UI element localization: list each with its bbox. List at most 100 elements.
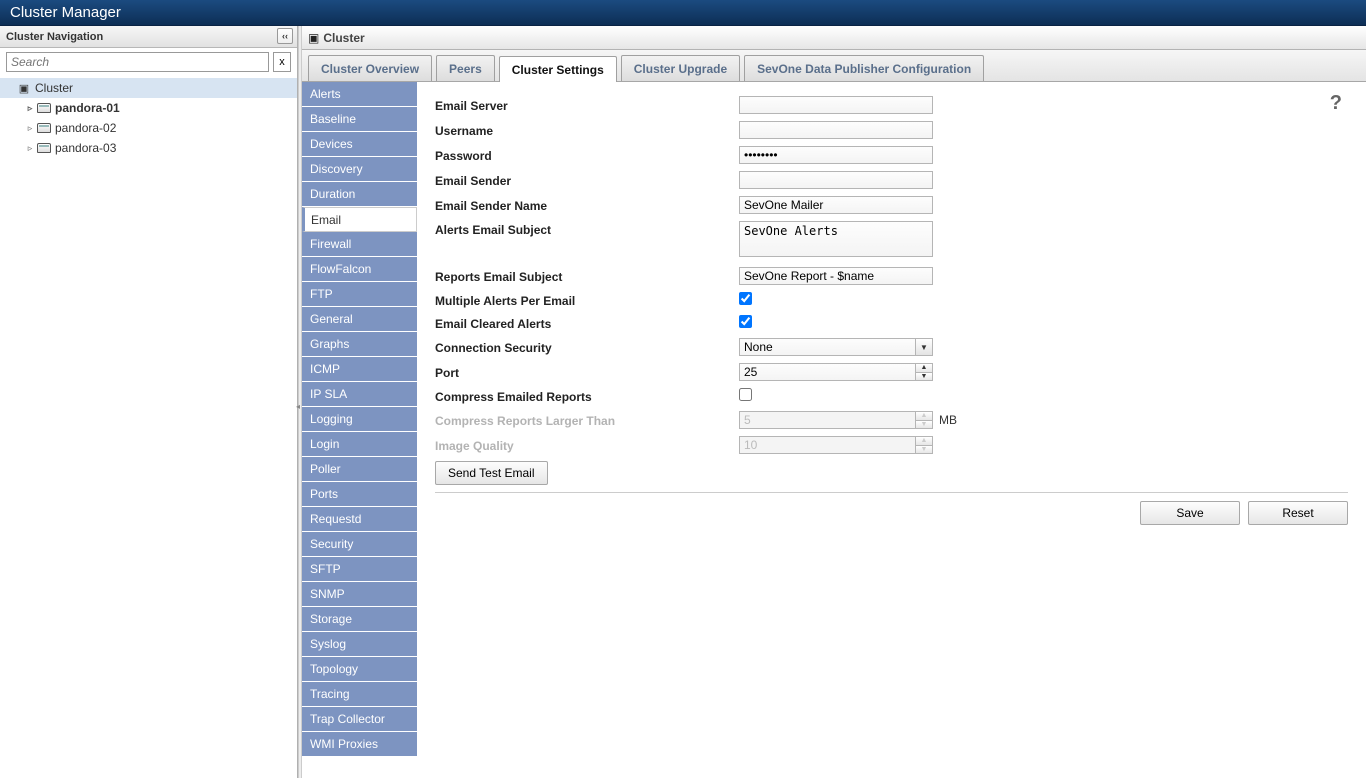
settings-nav-tracing[interactable]: Tracing bbox=[302, 682, 417, 707]
spin-up-icon[interactable]: ▲ bbox=[915, 363, 933, 372]
settings-nav-requestd[interactable]: Requestd bbox=[302, 507, 417, 532]
expand-icon[interactable]: ▹ bbox=[24, 123, 36, 134]
label-email-sender: Email Sender bbox=[435, 172, 739, 188]
app-title: Cluster Manager bbox=[0, 0, 1366, 26]
label-port: Port bbox=[435, 364, 739, 380]
email-cleared-checkbox[interactable] bbox=[739, 315, 752, 328]
settings-nav: AlertsBaselineDevicesDiscoveryDurationEm… bbox=[302, 82, 417, 778]
sidebar-header: Cluster Navigation ‹‹ bbox=[0, 26, 297, 48]
reports-subject-field[interactable] bbox=[739, 267, 933, 285]
tree-node-pandora-03[interactable]: ▹ pandora-03 bbox=[0, 138, 297, 158]
tree-node-label: pandora-03 bbox=[55, 141, 116, 155]
expand-icon[interactable]: ▹ bbox=[24, 103, 36, 114]
settings-nav-sftp[interactable]: SFTP bbox=[302, 557, 417, 582]
settings-nav-ftp[interactable]: FTP bbox=[302, 282, 417, 307]
splitter[interactable] bbox=[298, 26, 302, 778]
main-panel: Cluster Cluster OverviewPeersCluster Set… bbox=[302, 26, 1366, 778]
settings-nav-poller[interactable]: Poller bbox=[302, 457, 417, 482]
settings-nav-icmp[interactable]: ICMP bbox=[302, 357, 417, 382]
settings-nav-login[interactable]: Login bbox=[302, 432, 417, 457]
save-button[interactable]: Save bbox=[1140, 501, 1240, 525]
label-image-quality: Image Quality bbox=[435, 437, 739, 453]
settings-nav-wmi-proxies[interactable]: WMI Proxies bbox=[302, 732, 417, 757]
port-field[interactable] bbox=[739, 363, 915, 381]
settings-nav-duration[interactable]: Duration bbox=[302, 182, 417, 207]
server-icon bbox=[36, 121, 52, 135]
label-username: Username bbox=[435, 122, 739, 138]
sidebar-title: Cluster Navigation bbox=[6, 31, 103, 43]
send-test-email-button[interactable]: Send Test Email bbox=[435, 461, 548, 485]
tree-node-pandora-01[interactable]: ▹ pandora-01 bbox=[0, 98, 297, 118]
label-reports-subject: Reports Email Subject bbox=[435, 268, 739, 284]
spin-down-icon: ▼ bbox=[915, 445, 933, 455]
tab-cluster-settings[interactable]: Cluster Settings bbox=[499, 56, 617, 82]
label-password: Password bbox=[435, 147, 739, 163]
label-email-server: Email Server bbox=[435, 97, 739, 113]
breadcrumb-label: Cluster bbox=[323, 31, 364, 45]
settings-nav-discovery[interactable]: Discovery bbox=[302, 157, 417, 182]
tab-sevone-data-publisher-configuration[interactable]: SevOne Data Publisher Configuration bbox=[744, 55, 984, 81]
settings-nav-baseline[interactable]: Baseline bbox=[302, 107, 417, 132]
email-sender-name-field[interactable] bbox=[739, 196, 933, 214]
alerts-subject-field[interactable]: SevOne Alerts bbox=[739, 221, 933, 257]
sidebar-collapse-button[interactable]: ‹‹ bbox=[277, 28, 293, 44]
tree-root-label: Cluster bbox=[35, 81, 73, 95]
tab-peers[interactable]: Peers bbox=[436, 55, 495, 81]
tree-node-label: pandora-01 bbox=[55, 101, 120, 115]
spin-down-icon[interactable]: ▼ bbox=[915, 372, 933, 382]
label-email-sender-name: Email Sender Name bbox=[435, 197, 739, 213]
main-tabs: Cluster OverviewPeersCluster SettingsClu… bbox=[302, 50, 1366, 82]
chevron-left-icon: ‹‹ bbox=[282, 31, 288, 41]
settings-nav-security[interactable]: Security bbox=[302, 532, 417, 557]
spin-down-icon: ▼ bbox=[915, 420, 933, 430]
help-icon[interactable]: ? bbox=[1330, 92, 1342, 115]
tree-root-cluster[interactable]: Cluster bbox=[0, 78, 297, 98]
password-field[interactable] bbox=[739, 146, 933, 164]
settings-nav-firewall[interactable]: Firewall bbox=[302, 232, 417, 257]
settings-nav-email[interactable]: Email bbox=[302, 207, 417, 232]
settings-nav-ip-sla[interactable]: IP SLA bbox=[302, 382, 417, 407]
tab-cluster-overview[interactable]: Cluster Overview bbox=[308, 55, 432, 81]
spin-up-icon: ▲ bbox=[915, 411, 933, 420]
sidebar: Cluster Navigation ‹‹ x Cluster ▹pandora… bbox=[0, 26, 298, 778]
search-clear-button[interactable]: x bbox=[273, 52, 291, 72]
settings-nav-graphs[interactable]: Graphs bbox=[302, 332, 417, 357]
chevron-down-icon[interactable]: ▼ bbox=[915, 338, 933, 356]
reset-button[interactable]: Reset bbox=[1248, 501, 1348, 525]
form-footer: Save Reset bbox=[435, 492, 1348, 525]
settings-nav-trap-collector[interactable]: Trap Collector bbox=[302, 707, 417, 732]
label-email-cleared: Email Cleared Alerts bbox=[435, 315, 739, 331]
cluster-tree: Cluster ▹pandora-01▹pandora-02▹pandora-0… bbox=[0, 76, 297, 160]
cluster-icon bbox=[16, 81, 32, 95]
server-icon bbox=[36, 141, 52, 155]
settings-nav-alerts[interactable]: Alerts bbox=[302, 82, 417, 107]
compress-checkbox[interactable] bbox=[739, 388, 752, 401]
settings-nav-logging[interactable]: Logging bbox=[302, 407, 417, 432]
tree-node-pandora-02[interactable]: ▹pandora-02 bbox=[0, 118, 297, 138]
settings-nav-ports[interactable]: Ports bbox=[302, 482, 417, 507]
tab-cluster-upgrade[interactable]: Cluster Upgrade bbox=[621, 55, 740, 81]
settings-nav-storage[interactable]: Storage bbox=[302, 607, 417, 632]
label-compress: Compress Emailed Reports bbox=[435, 388, 739, 404]
label-multiple-alerts: Multiple Alerts Per Email bbox=[435, 292, 739, 308]
settings-nav-general[interactable]: General bbox=[302, 307, 417, 332]
email-server-field[interactable] bbox=[739, 96, 933, 114]
label-alerts-subject: Alerts Email Subject bbox=[435, 221, 739, 237]
email-sender-field[interactable] bbox=[739, 171, 933, 189]
settings-nav-flowfalcon[interactable]: FlowFalcon bbox=[302, 257, 417, 282]
settings-form: ? Email Server Username Password Email S… bbox=[417, 82, 1366, 778]
multiple-alerts-checkbox[interactable] bbox=[739, 292, 752, 305]
label-conn-security: Connection Security bbox=[435, 339, 739, 355]
cluster-icon bbox=[308, 31, 323, 45]
username-field[interactable] bbox=[739, 121, 933, 139]
label-compress-larger: Compress Reports Larger Than bbox=[435, 412, 739, 428]
server-icon bbox=[36, 101, 52, 115]
conn-security-select[interactable] bbox=[739, 338, 915, 356]
search-input[interactable] bbox=[6, 52, 269, 72]
settings-nav-topology[interactable]: Topology bbox=[302, 657, 417, 682]
settings-nav-devices[interactable]: Devices bbox=[302, 132, 417, 157]
settings-nav-snmp[interactable]: SNMP bbox=[302, 582, 417, 607]
expand-icon[interactable]: ▹ bbox=[24, 143, 36, 154]
image-quality-field bbox=[739, 436, 915, 454]
settings-nav-syslog[interactable]: Syslog bbox=[302, 632, 417, 657]
